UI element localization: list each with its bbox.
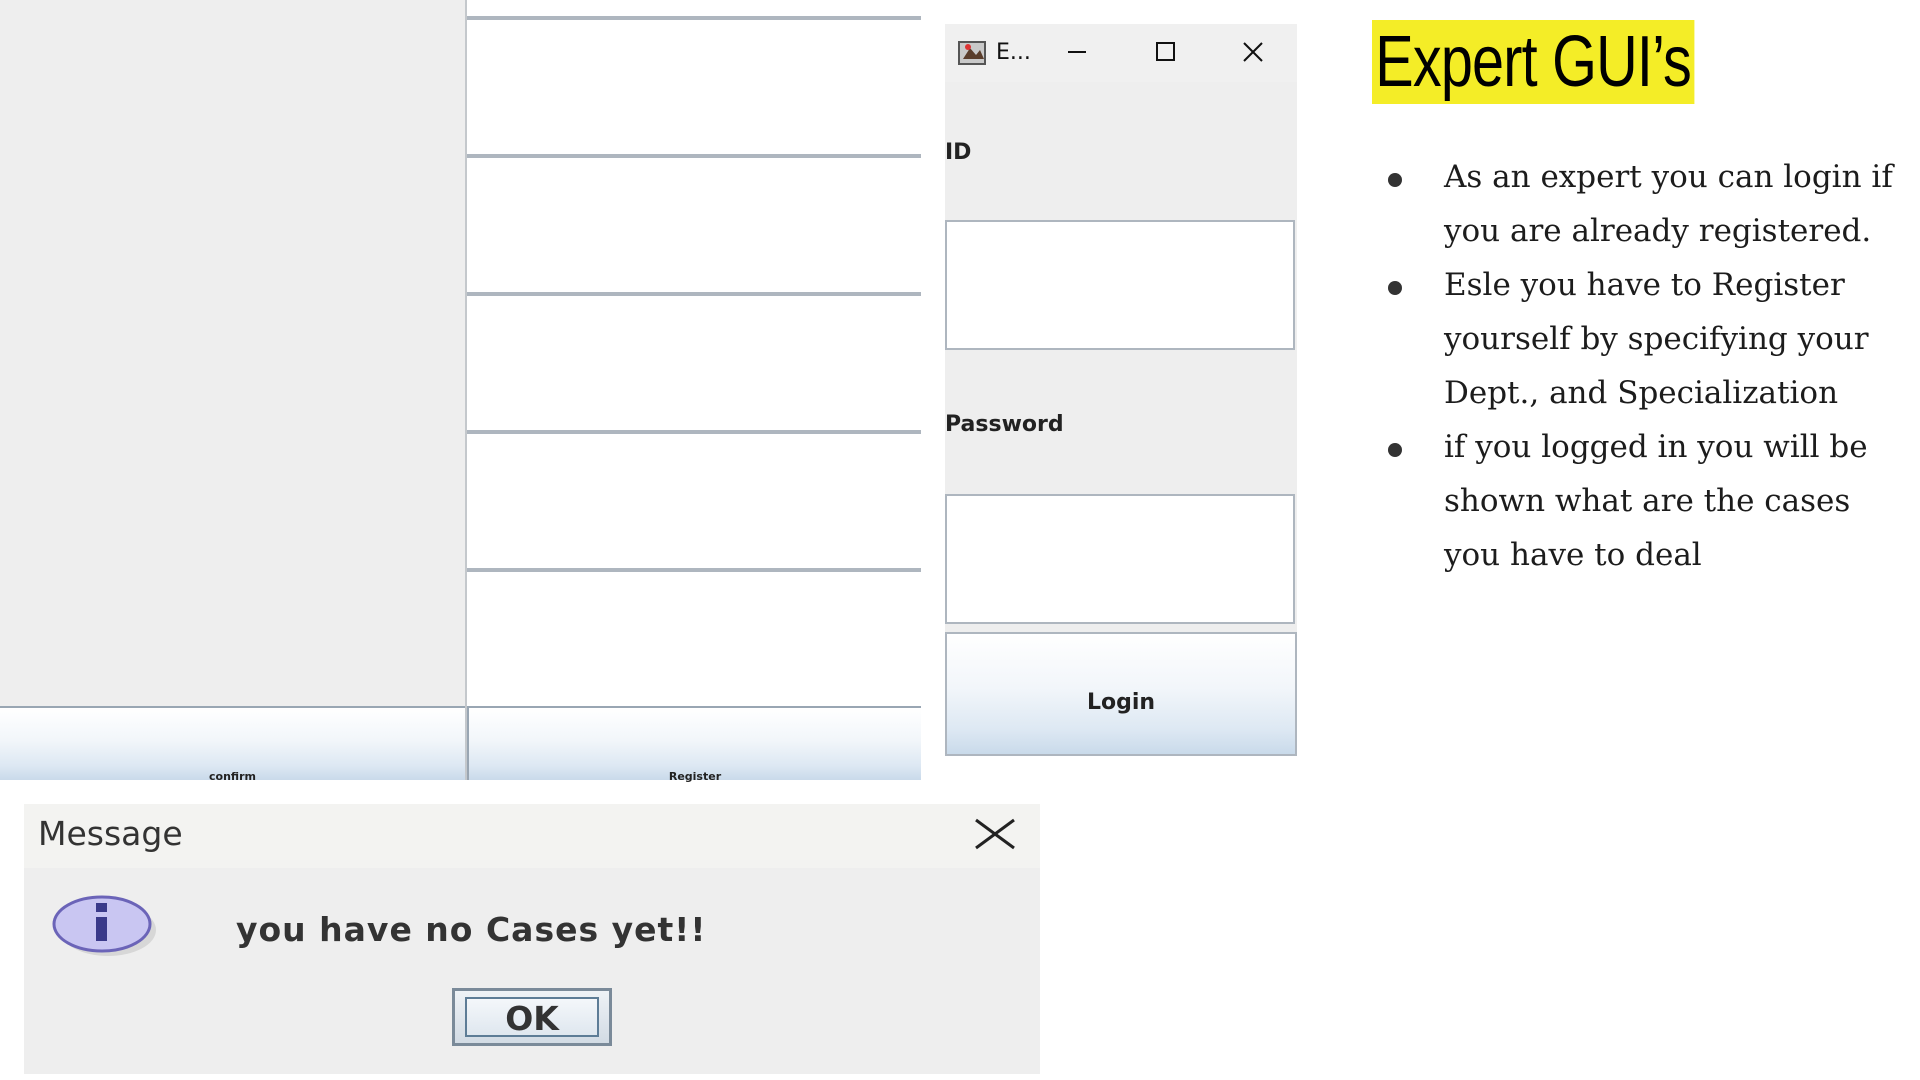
close-icon[interactable] bbox=[972, 814, 1018, 854]
registration-field-3[interactable] bbox=[467, 156, 921, 294]
password-input[interactable] bbox=[945, 494, 1295, 624]
message-dialog: Message you have no Cases yet!! OK bbox=[24, 804, 1040, 1074]
registration-labels-panel bbox=[0, 0, 465, 706]
registration-field-5[interactable] bbox=[467, 432, 921, 570]
id-label: ID bbox=[945, 140, 972, 165]
confirm-button[interactable]: confirm bbox=[0, 706, 465, 783]
minimize-icon[interactable] bbox=[1055, 32, 1099, 72]
bullet-dot bbox=[1388, 173, 1402, 187]
registration-form: confirm Register bbox=[0, 0, 921, 783]
id-input[interactable] bbox=[945, 220, 1295, 350]
java-app-icon bbox=[958, 41, 986, 65]
bullet-text: if you logged in you will be shown what … bbox=[1444, 429, 1868, 573]
registration-field-1[interactable] bbox=[467, 0, 921, 18]
bullet-item: if you logged in you will be shown what … bbox=[1384, 420, 1904, 582]
register-button-label: Register bbox=[668, 770, 722, 783]
maximize-icon[interactable] bbox=[1143, 32, 1187, 72]
message-dialog-title: Message bbox=[38, 814, 183, 853]
login-button-label: Login bbox=[1086, 690, 1156, 715]
message-text: you have no Cases yet!! bbox=[236, 910, 707, 949]
bullet-text: Esle you have to Register yourself by sp… bbox=[1444, 267, 1869, 411]
close-icon[interactable] bbox=[1231, 32, 1275, 72]
bullet-item: Esle you have to Register yourself by sp… bbox=[1384, 258, 1904, 420]
ok-button-label: OK bbox=[465, 997, 599, 1038]
registration-field-2[interactable] bbox=[467, 18, 921, 156]
bullet-list: As an expert you can login if you are al… bbox=[1384, 150, 1904, 582]
password-label: Password bbox=[945, 412, 1064, 437]
slide-title: Expert GUI’s bbox=[1372, 20, 1695, 104]
bullet-item: As an expert you can login if you are al… bbox=[1384, 150, 1904, 258]
login-titlebar: E... bbox=[945, 24, 1297, 82]
message-dialog-titlebar: Message bbox=[24, 804, 1040, 868]
login-window-title: E... bbox=[996, 40, 1031, 65]
confirm-button-label: confirm bbox=[209, 770, 256, 783]
info-icon bbox=[52, 895, 156, 956]
registration-field-6[interactable] bbox=[467, 570, 921, 708]
bullet-dot bbox=[1388, 443, 1402, 457]
login-window: E... ID Password Login bbox=[945, 24, 1297, 756]
bullet-text: As an expert you can login if you are al… bbox=[1444, 159, 1893, 249]
login-button[interactable]: Login bbox=[945, 632, 1297, 756]
registration-field-4[interactable] bbox=[467, 294, 921, 432]
bullet-dot bbox=[1388, 281, 1402, 295]
ok-button[interactable]: OK bbox=[452, 988, 612, 1046]
register-button[interactable]: Register bbox=[467, 706, 921, 783]
